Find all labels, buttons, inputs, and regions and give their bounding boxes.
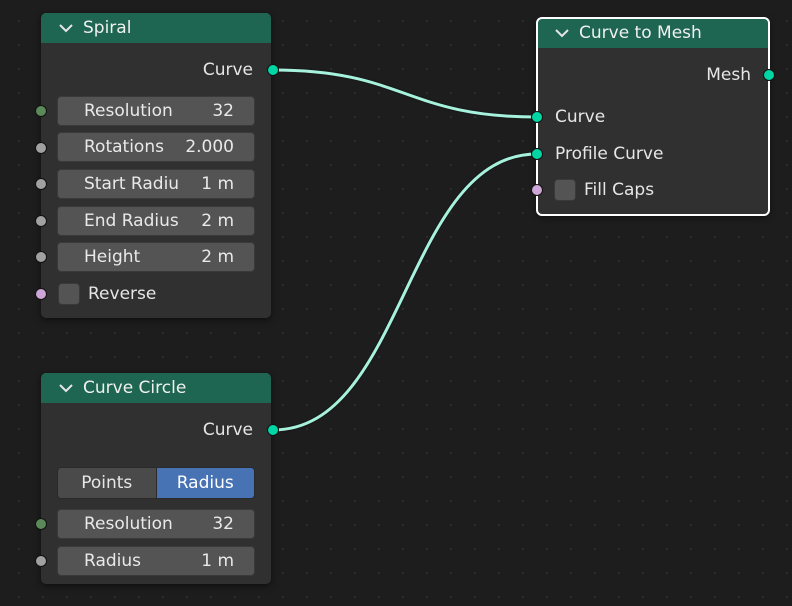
field-value: 2.000 — [185, 137, 234, 157]
curve-circle-radius-socket[interactable] — [35, 555, 47, 567]
chevron-down-icon[interactable] — [553, 27, 571, 39]
field-value: 1 m — [201, 551, 234, 571]
fill-caps-label: Fill Caps — [584, 180, 655, 200]
curve-to-mesh-node[interactable]: Curve to Mesh Mesh Curve Profile Curve F… — [536, 17, 770, 216]
curve-circle-node[interactable]: Curve Circle Curve Points Radius Resolut… — [41, 373, 271, 584]
chevron-down-icon[interactable] — [57, 22, 75, 34]
curve-circle-node-header[interactable]: Curve Circle — [41, 373, 271, 403]
curve-to-mesh-node-header[interactable]: Curve to Mesh — [537, 18, 769, 48]
spiral-end-radius-socket[interactable] — [35, 215, 47, 227]
curve-input-row: Curve — [555, 102, 605, 132]
spiral-start-radius-socket[interactable] — [35, 178, 47, 190]
mode-points-button[interactable]: Points — [58, 468, 156, 498]
spiral-height-socket[interactable] — [35, 251, 47, 263]
spiral-height-field[interactable]: Height 2 m — [57, 242, 255, 272]
curve-circle-radius-field[interactable]: Radius 1 m — [57, 546, 255, 576]
curve-input-label: Curve — [555, 107, 606, 127]
spiral-output-label: Curve — [202, 60, 253, 80]
spiral-curve-output-socket[interactable] — [267, 64, 279, 76]
curve-circle-output-label: Curve — [202, 420, 253, 440]
spiral-resolution-socket[interactable] — [35, 105, 47, 117]
field-label: End Radius — [84, 211, 179, 231]
curve-circle-output-socket[interactable] — [267, 424, 279, 436]
link-circle-to-profile — [272, 151, 538, 433]
field-value: 1 m — [201, 174, 234, 194]
spiral-end-radius-field[interactable]: End Radius 2 m — [57, 206, 255, 236]
field-value: 32 — [212, 101, 234, 121]
spiral-start-radius-field[interactable]: Start Radiu 1 m — [57, 169, 255, 199]
field-label: Height — [84, 247, 141, 267]
fill-caps-socket[interactable] — [531, 184, 543, 196]
curve-circle-node-title: Curve Circle — [83, 378, 187, 398]
curve-circle-resolution-field[interactable]: Resolution 32 — [57, 509, 255, 539]
field-label: Resolution — [84, 514, 173, 534]
spiral-rotations-field[interactable]: Rotations 2.000 — [57, 132, 255, 162]
curve-input-socket[interactable] — [531, 111, 543, 123]
field-label: Resolution — [84, 101, 173, 121]
mode-segmented-control: Points Radius — [57, 467, 255, 499]
profile-curve-input-row: Profile Curve — [555, 139, 663, 169]
field-value: 32 — [212, 514, 234, 534]
spiral-node-title: Spiral — [83, 18, 132, 38]
chevron-down-icon[interactable] — [57, 382, 75, 394]
spiral-node-header[interactable]: Spiral — [41, 13, 271, 43]
field-label: Rotations — [84, 137, 164, 157]
spiral-rotations-socket[interactable] — [35, 142, 47, 154]
curve-to-mesh-node-title: Curve to Mesh — [579, 23, 702, 43]
profile-curve-input-socket[interactable] — [531, 148, 543, 160]
curve-circle-resolution-socket[interactable] — [35, 518, 47, 530]
mode-radius-button[interactable]: Radius — [155, 468, 254, 498]
reverse-checkbox[interactable] — [58, 283, 80, 305]
reverse-label: Reverse — [88, 284, 157, 304]
spiral-reverse-row: Reverse — [58, 279, 156, 309]
curve-circle-output-row: Curve — [41, 415, 271, 445]
mesh-output-socket[interactable] — [763, 69, 775, 81]
profile-curve-input-label: Profile Curve — [555, 144, 664, 164]
link-spiral-to-curve — [272, 67, 538, 120]
link-spiral-to-curve — [272, 68, 538, 119]
spiral-node[interactable]: Spiral Curve Resolution 32 Rotations 2.0… — [41, 13, 271, 318]
field-label: Start Radiu — [84, 174, 180, 194]
spiral-reverse-socket[interactable] — [35, 288, 47, 300]
spiral-output-row: Curve — [41, 55, 271, 85]
field-value: 2 m — [201, 211, 234, 231]
link-circle-to-profile — [272, 152, 538, 432]
spiral-resolution-field[interactable]: Resolution 32 — [57, 96, 255, 126]
field-label: Radius — [84, 551, 142, 571]
field-value: 2 m — [201, 247, 234, 267]
fill-caps-row: Fill Caps — [554, 175, 654, 205]
fill-caps-checkbox[interactable] — [554, 179, 576, 201]
mesh-output-label: Mesh — [706, 65, 751, 85]
curve-to-mesh-output-row: Mesh — [537, 60, 769, 90]
